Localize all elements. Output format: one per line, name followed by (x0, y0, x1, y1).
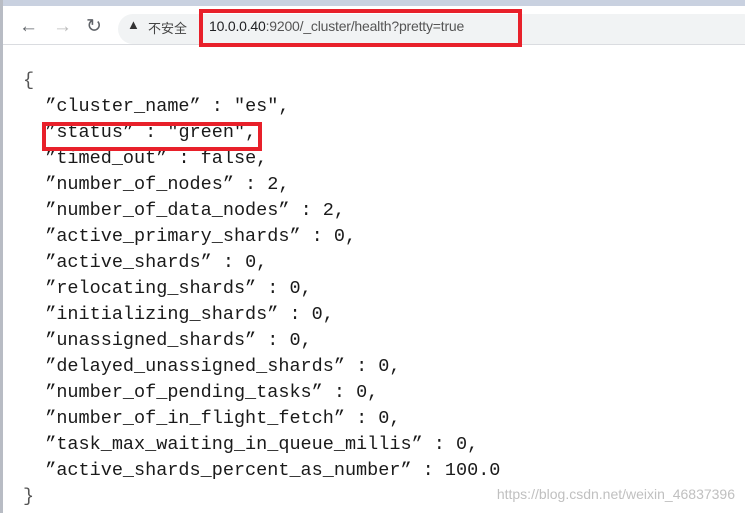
json-line-cluster-name: ”cluster_name” : "es", (23, 96, 290, 117)
json-value: 0, (378, 356, 401, 377)
json-key: active_shards (56, 252, 201, 273)
json-key: initializing_shards (56, 304, 268, 325)
json-key: timed_out (56, 148, 157, 169)
json-value: 0, (356, 382, 379, 403)
warning-icon[interactable]: ▲ (127, 17, 140, 32)
json-key: relocating_shards (56, 278, 246, 299)
json-value: 2, (322, 200, 345, 221)
open-brace: { (23, 70, 35, 91)
json-line-active-shards: ”active_shards” : 0, (23, 252, 268, 273)
json-line-timed-out: ”timed_out” : false, (23, 148, 268, 169)
status-highlight-box (42, 122, 262, 151)
json-value: 0, (289, 330, 312, 351)
url-highlight-box (199, 9, 522, 47)
json-line-number-of-nodes: ”number_of_nodes” : 2, (23, 174, 290, 195)
json-line-active-shards-percent-as-number: ”active_shards_percent_as_number” : 100.… (23, 460, 501, 481)
json-value: 0, (378, 408, 401, 429)
json-line-number-of-data-nodes: ”number_of_data_nodes” : 2, (23, 200, 345, 221)
json-key: cluster_name (56, 96, 190, 117)
json-line-unassigned-shards: ”unassigned_shards” : 0, (23, 330, 312, 351)
json-line-number-of-in-flight-fetch: ”number_of_in_flight_fetch” : 0, (23, 408, 401, 429)
json-value: 0, (311, 304, 334, 325)
json-line-active-primary-shards: ”active_primary_shards” : 0, (23, 226, 357, 247)
watermark: https://blog.csdn.net/weixin_46837396 (496, 486, 735, 502)
forward-arrow-icon[interactable]: → (53, 17, 72, 37)
json-value: 0, (456, 434, 479, 455)
json-line-relocating-shards: ”relocating_shards” : 0, (23, 278, 312, 299)
json-key: active_shards_percent_as_number (56, 460, 401, 481)
back-arrow-icon[interactable]: ← (19, 17, 38, 37)
json-key: number_of_data_nodes (56, 200, 279, 221)
json-value: "es", (233, 96, 290, 117)
json-key: unassigned_shards (56, 330, 246, 351)
json-key: number_of_nodes (56, 174, 223, 195)
json-line-task-max-waiting-in-queue-millis: ”task_max_waiting_in_queue_millis” : 0, (23, 434, 479, 455)
json-key: active_primary_shards (56, 226, 290, 247)
json-value: 0, (245, 252, 268, 273)
json-value: 2, (267, 174, 290, 195)
json-value: false, (200, 148, 268, 169)
window-edge (0, 0, 3, 513)
json-key: task_max_waiting_in_queue_millis (56, 434, 412, 455)
json-line-initializing-shards: ”initializing_shards” : 0, (23, 304, 334, 325)
reload-icon[interactable]: ↻ (86, 17, 102, 37)
close-brace: } (23, 486, 35, 507)
json-value: 0, (333, 226, 357, 247)
json-line-number-of-pending-tasks: ”number_of_pending_tasks” : 0, (23, 382, 379, 403)
security-label[interactable]: 不安全 (148, 18, 187, 37)
json-value: 100.0 (444, 460, 501, 481)
json-key: number_of_in_flight_fetch (56, 408, 334, 429)
json-key: delayed_unassigned_shards (56, 356, 334, 377)
json-line-delayed-unassigned-shards: ”delayed_unassigned_shards” : 0, (23, 356, 401, 377)
json-key: number_of_pending_tasks (56, 382, 312, 403)
json-value: 0, (289, 278, 312, 299)
